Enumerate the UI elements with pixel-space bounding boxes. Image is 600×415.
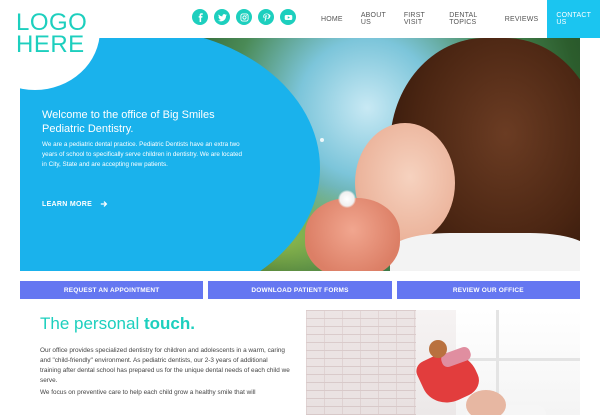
nav-about-us[interactable]: ABOUT US xyxy=(352,0,395,38)
logo-line-2: HERE xyxy=(16,31,85,58)
nav-dental-topics[interactable]: DENTAL TOPICS xyxy=(440,0,496,38)
site-header: LOGO HERE HOME ABOUT US FIRST VISIT DENT… xyxy=(0,0,600,90)
intro-paragraph: Our office provides specialized dentistr… xyxy=(40,347,290,384)
nav-reviews[interactable]: REVIEWS xyxy=(496,0,548,38)
hero-title: Welcome to the office of Big Smiles Pedi… xyxy=(42,109,215,135)
hero-text: Welcome to the office of Big Smiles Pedi… xyxy=(42,108,242,170)
section-title: The personal touch. xyxy=(40,314,195,334)
logo[interactable]: LOGO HERE xyxy=(16,11,87,58)
action-buttons: REQUEST AN APPOINTMENT DOWNLOAD PATIENT … xyxy=(20,281,580,299)
arrow-right-icon xyxy=(100,201,108,207)
photo-adult xyxy=(466,390,506,415)
facebook-icon[interactable] xyxy=(192,9,208,25)
hero-photo-dandelion xyxy=(338,190,356,208)
nav-contact-us[interactable]: CONTACT US xyxy=(547,0,600,38)
request-appointment-button[interactable]: REQUEST AN APPOINTMENT xyxy=(20,281,204,299)
section-title-bold: touch. xyxy=(143,314,195,333)
main-nav: HOME ABOUT US FIRST VISIT DENTAL TOPICS … xyxy=(312,0,600,38)
nav-first-visit[interactable]: FIRST VISIT xyxy=(395,0,440,38)
social-links xyxy=(192,9,296,25)
download-patient-forms-button[interactable]: DOWNLOAD PATIENT FORMS xyxy=(208,281,392,299)
nav-home[interactable]: HOME xyxy=(312,0,352,38)
twitter-icon[interactable] xyxy=(214,9,230,25)
review-our-office-button[interactable]: REVIEW OUR OFFICE xyxy=(396,281,580,299)
section-title-prefix: The personal xyxy=(40,314,144,333)
hero-photo-shirt xyxy=(390,233,580,271)
photo-window-frame xyxy=(456,358,580,361)
family-photo xyxy=(306,310,580,415)
hero-photo-seed xyxy=(320,138,324,142)
photo-brick-wall xyxy=(306,310,416,415)
hero-photo-hands xyxy=(305,198,400,271)
instagram-icon[interactable] xyxy=(236,9,252,25)
learn-more-label: LEARN MORE xyxy=(42,200,93,208)
hero-body: We are a pediatric dental practice. Pedi… xyxy=(42,141,242,168)
pinterest-icon[interactable] xyxy=(258,9,274,25)
hero-banner: Welcome to the office of Big Smiles Pedi… xyxy=(20,38,580,271)
youtube-icon[interactable] xyxy=(280,9,296,25)
learn-more-link[interactable]: LEARN MORE xyxy=(42,200,108,208)
photo-child-head xyxy=(429,340,447,358)
preventive-paragraph: We focus on preventive care to help each… xyxy=(40,389,256,396)
